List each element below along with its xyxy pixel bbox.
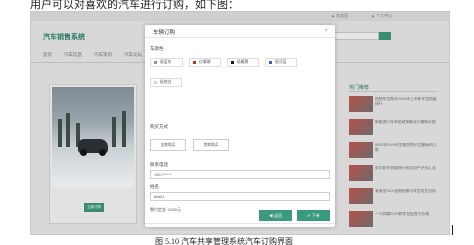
phone-input[interactable]: [150, 170, 330, 179]
site-topbar: ▲ 欢迎您 ▲ 个人中心: [31, 12, 449, 21]
modal-title: 车辆订购: [153, 30, 176, 36]
sidebar-title: 热门推荐: [349, 85, 370, 91]
welcome-link[interactable]: ▲ 欢迎您: [331, 13, 348, 19]
list-item[interactable]: 一汽奔腾2019款车型配置与价格: [349, 210, 439, 231]
modal-footer-divider: [145, 223, 335, 224]
text-cursor: [452, 225, 453, 235]
swatch-icon: [193, 61, 196, 64]
color-option-black[interactable]: 极曜黑: [227, 58, 259, 67]
name-input[interactable]: [150, 192, 330, 201]
list-item[interactable]: 紧凑型SUV选购指南与车型对比分析: [349, 187, 439, 208]
nav-item-home[interactable]: 首页: [43, 52, 52, 60]
color-option-blue[interactable]: 银河蓝: [265, 58, 297, 67]
deposit-info: 需付定金:2000元: [150, 207, 182, 213]
sidebar-divider: [349, 91, 437, 92]
pay-full-button[interactable]: 全款购买: [150, 139, 186, 151]
deposit-label: 需付定金:: [150, 207, 168, 212]
figure-caption: 图 5.10 汽车共享管理系统汽车订购界面: [155, 237, 293, 245]
list-item[interactable]: 新能源汽车补贴政策解读与最新价格: [349, 118, 439, 139]
site-search-button[interactable]: [379, 32, 391, 40]
user-center-link[interactable]: ▲ 个人中心: [371, 13, 392, 19]
swatch-icon: [154, 61, 157, 64]
name-label: 姓名: [150, 184, 159, 189]
site-logo[interactable]: 汽车销售系统: [43, 32, 85, 42]
order-modal: 车辆订购 × 车颜色 星蓝灰 红珊瑚 极曜黑 银河蓝 极地白 购买方式 全款购买…: [145, 25, 335, 227]
sidebar-list: 热销车型推荐2019年上市新车型销量排行 新能源汽车补贴政策解读与最新价格 20…: [349, 95, 439, 233]
color-option-red[interactable]: 红珊瑚: [189, 58, 221, 67]
deposit-value: 2000元: [168, 207, 182, 212]
pay-loan-button[interactable]: 贷款购买: [193, 139, 229, 151]
pay-method-label: 购买方式: [150, 124, 168, 129]
swatch-icon: [231, 61, 234, 64]
list-item[interactable]: 热销车型推荐2019年上市新车型销量排行: [349, 95, 439, 116]
car-card: 立即订购: [49, 84, 137, 224]
swatch-icon: [269, 61, 272, 64]
nav-item-forum[interactable]: 汽车论坛: [124, 52, 142, 60]
close-icon[interactable]: ×: [324, 28, 328, 34]
color-option-grey[interactable]: 星蓝灰: [150, 58, 183, 67]
color-label: 车颜色: [150, 46, 164, 51]
color-option-white[interactable]: 极地白: [150, 78, 182, 87]
car-photo: [52, 87, 134, 187]
list-item[interactable]: 豪华轿车销量排行榜及用户评价汇总: [349, 164, 439, 185]
phone-label: 联系电话: [150, 162, 168, 167]
modal-header: 车辆订购 ×: [145, 25, 335, 38]
list-item[interactable]: 2020年SUV车型推荐性价比最高的几款: [349, 141, 439, 162]
car-order-button[interactable]: 立即订购: [84, 203, 104, 212]
swatch-icon: [154, 81, 157, 84]
nav-item-news[interactable]: 汽车资讯: [94, 52, 112, 60]
submit-order-button[interactable]: ✔ 下单: [297, 210, 330, 221]
back-button[interactable]: ◀ 返回: [259, 210, 292, 221]
document-caption-top: 用户可以对喜欢的汽车进行订购，如下图：: [30, 0, 239, 10]
nav-item-cars[interactable]: 汽车信息: [64, 52, 82, 60]
